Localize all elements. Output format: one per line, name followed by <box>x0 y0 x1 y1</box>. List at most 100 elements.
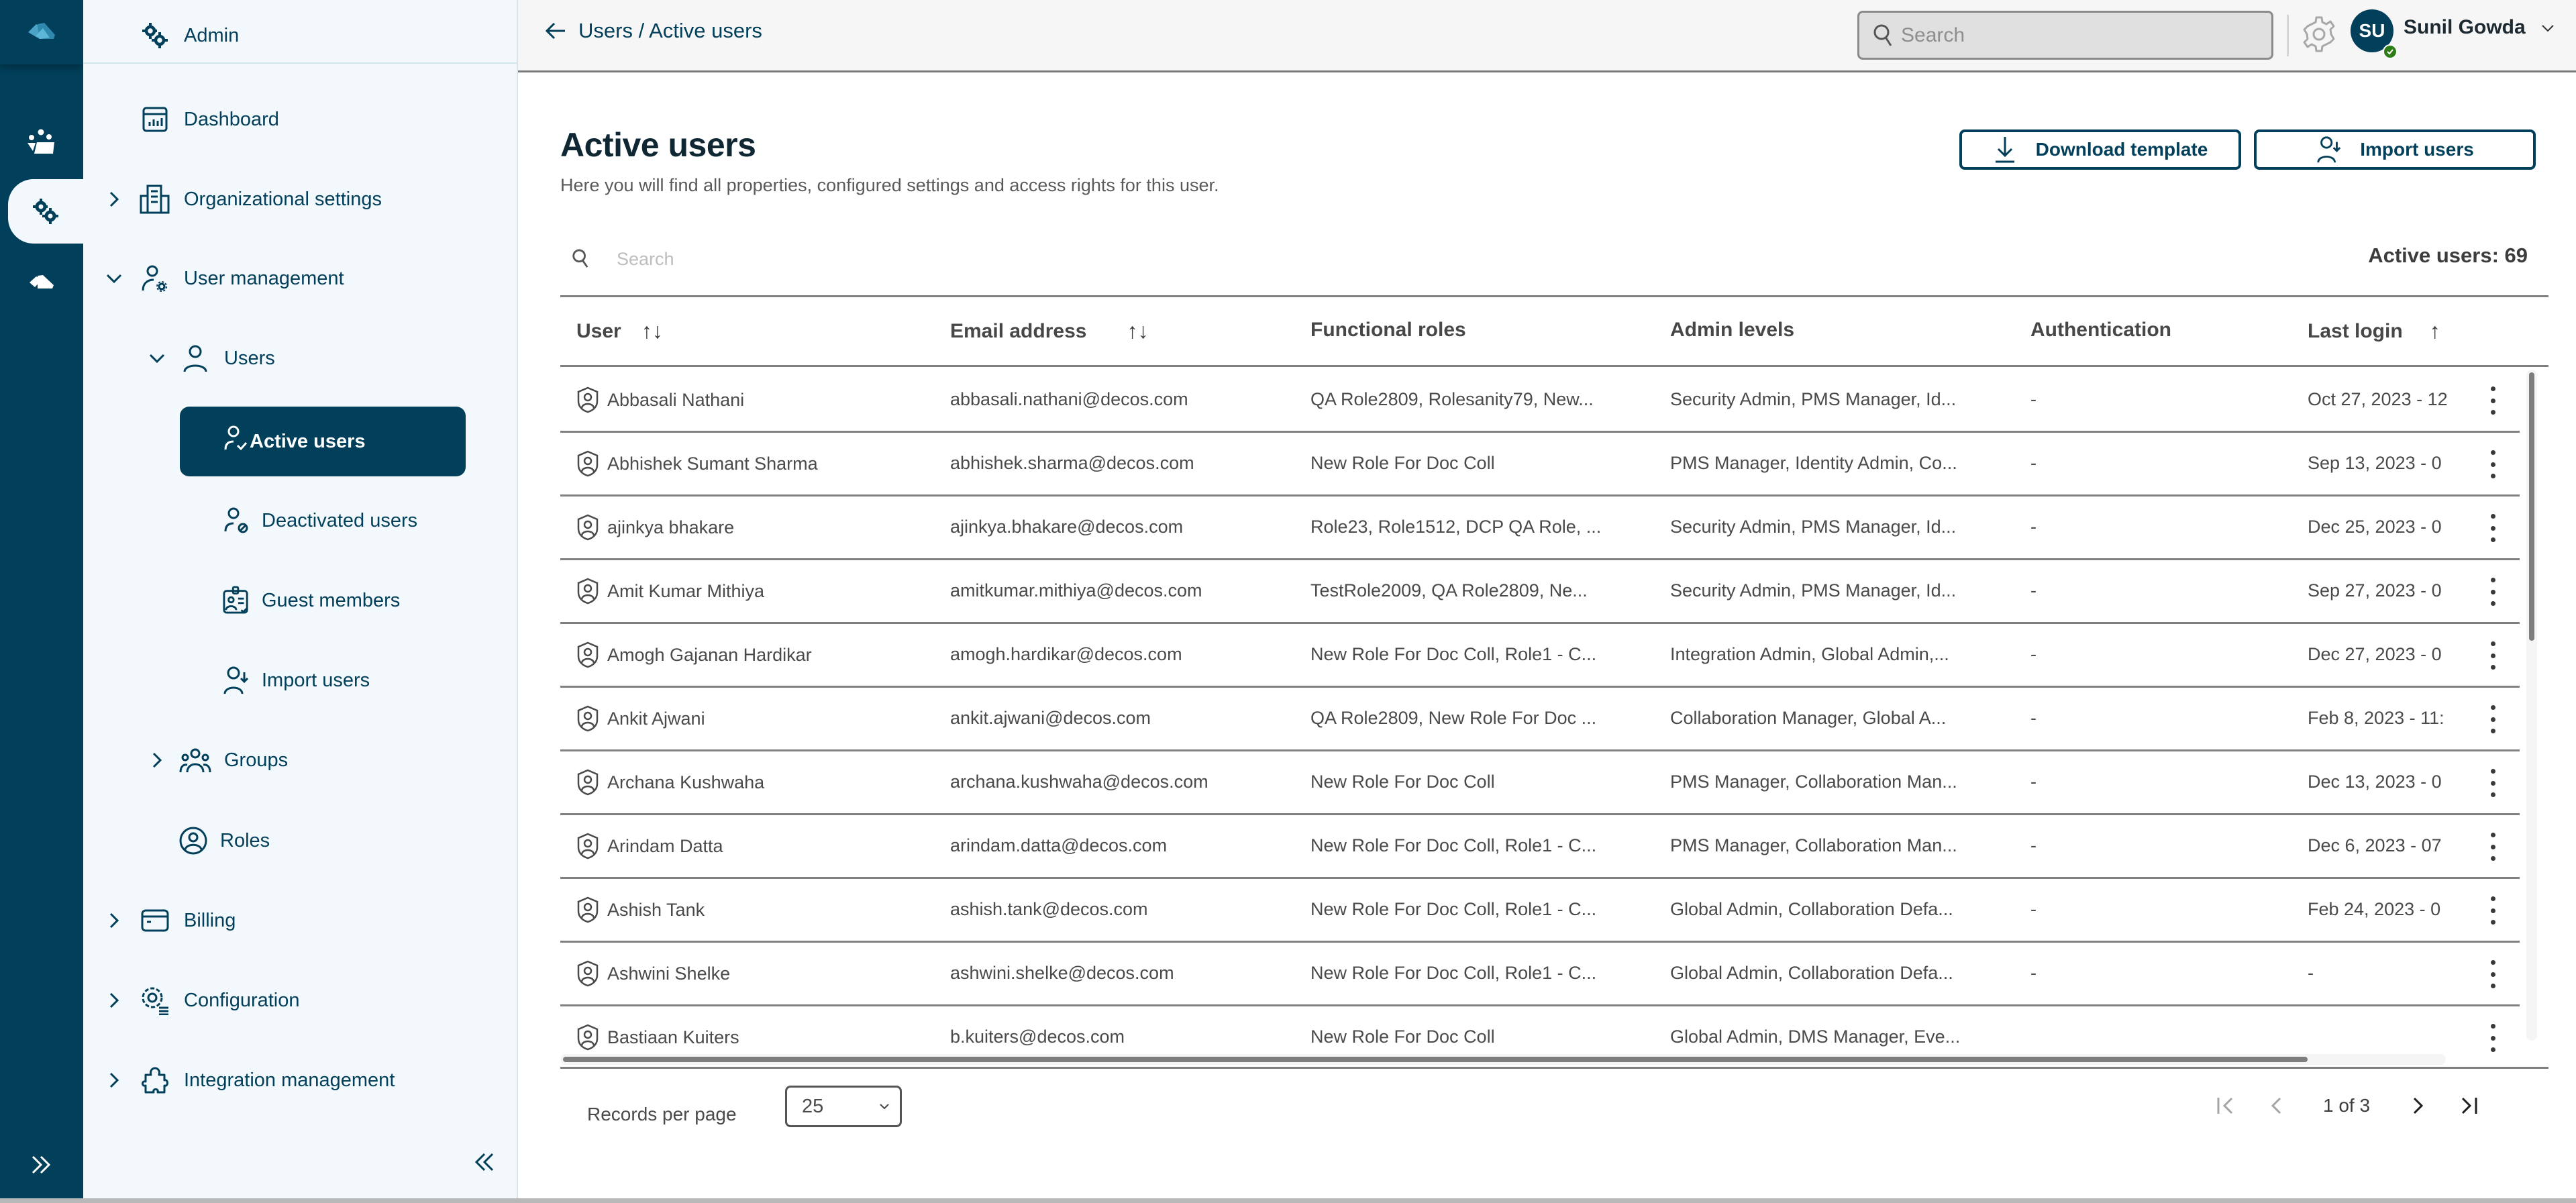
chevron-down-icon[interactable] <box>144 352 170 364</box>
download-template-button[interactable]: Download template <box>1959 129 2241 170</box>
row-actions-button[interactable] <box>2481 511 2505 545</box>
avatar[interactable]: SU <box>2351 9 2398 59</box>
next-page-button[interactable] <box>2401 1089 2434 1122</box>
sidebar-item-import-users[interactable]: Import users <box>223 650 370 711</box>
user-name[interactable]: Ashwini Shelke <box>607 963 730 984</box>
kebab-dot <box>2490 653 2495 658</box>
table-row[interactable]: Abbasali Nathani abbasali.nathani@decos.c… <box>560 369 2520 433</box>
row-actions-button[interactable] <box>2481 702 2505 736</box>
row-actions-button[interactable] <box>2481 1021 2505 1055</box>
sidebar-item-groups[interactable]: Groups <box>144 730 288 790</box>
rail-item-other[interactable] <box>0 250 83 314</box>
chevron-right-icon[interactable] <box>144 751 170 769</box>
user-name[interactable]: Ankit Ajwani <box>607 709 705 729</box>
user-shield-icon <box>576 641 599 668</box>
table-row[interactable]: Amogh Gajanan Hardikar amogh.hardikar@dec… <box>560 624 2520 688</box>
table-row[interactable]: Ankit Ajwani ankit.ajwani@decos.com QA Rol… <box>560 688 2520 751</box>
app-logo[interactable] <box>0 0 83 64</box>
cell-email: abbasali.nathani@decos.com <box>950 389 1188 409</box>
table-row[interactable]: Ashish Tank ashish.tank@decos.com New Role… <box>560 879 2520 943</box>
user-name[interactable]: Arindam Datta <box>607 836 723 857</box>
breadcrumb-text[interactable]: Users / Active users <box>578 19 762 43</box>
row-actions-button[interactable] <box>2481 639 2505 672</box>
cell-admin: Security Admin, PMS Manager, Id... <box>1670 517 1957 537</box>
table-row[interactable]: Arindam Datta arindam.datta@decos.com New … <box>560 815 2520 879</box>
column-label: Admin levels <box>1670 319 1795 341</box>
sidebar-item-user-management[interactable]: User management <box>101 248 344 309</box>
sidebar-item-guest-members[interactable]: Guest members <box>223 570 400 631</box>
sidebar-header-admin[interactable]: Admin <box>138 5 239 66</box>
user-menu[interactable]: Sunil Gowda <box>2404 16 2555 39</box>
table-row[interactable]: Ashwini Shelke ashwini.shelke@decos.com Ne… <box>560 943 2520 1006</box>
sort-asc-icon[interactable]: ↑ <box>2430 319 2440 344</box>
user-name[interactable]: Archana Kushwaha <box>607 772 764 793</box>
sidebar-item-deactivated-users[interactable]: Deactivated users <box>223 490 417 551</box>
global-search-input[interactable] <box>1901 23 2250 47</box>
sort-both-icon[interactable]: ↑↓ <box>1127 319 1148 344</box>
cell-user: Ashish Tank <box>576 896 925 923</box>
user-name[interactable]: Abhishek Sumant Sharma <box>607 454 818 474</box>
user-icon <box>178 342 212 375</box>
cell-auth: - <box>2030 389 2037 409</box>
global-search[interactable] <box>1857 11 2273 60</box>
user-name[interactable]: Bastiaan Kuiters <box>607 1027 739 1048</box>
row-actions-button[interactable] <box>2481 575 2505 609</box>
row-actions-button[interactable] <box>2481 384 2505 417</box>
chevron-right-icon[interactable] <box>101 191 127 208</box>
column-header-user[interactable]: User ↑↓ <box>576 319 663 344</box>
previous-page-button[interactable] <box>2260 1089 2294 1122</box>
table-row[interactable]: Archana Kushwaha archana.kushwaha@decos.c… <box>560 751 2520 815</box>
chevron-right-icon[interactable] <box>101 912 127 929</box>
first-page-button[interactable] <box>2209 1089 2243 1122</box>
collapse-sidebar-button[interactable] <box>472 1153 495 1175</box>
sidebar-item-configuration[interactable]: Configuration <box>101 970 300 1031</box>
row-actions-button[interactable] <box>2481 448 2505 481</box>
row-actions-button[interactable] <box>2481 766 2505 800</box>
back-arrow-icon[interactable] <box>545 21 566 40</box>
user-name[interactable]: Ashish Tank <box>607 900 705 921</box>
last-page-button[interactable] <box>2452 1089 2485 1122</box>
user-name[interactable]: Abbasali Nathani <box>607 390 744 411</box>
table-row[interactable]: Abhishek Sumant Sharma abhishek.sharma@de… <box>560 433 2520 496</box>
row-actions-button[interactable] <box>2481 957 2505 991</box>
table-header: User ↑↓ Email address ↑↓ Functional role… <box>560 297 2548 367</box>
chevron-right-icon[interactable] <box>101 1071 127 1089</box>
expand-rail-button[interactable] <box>0 1133 83 1197</box>
chevron-right-icon[interactable] <box>101 992 127 1009</box>
settings-button[interactable] <box>2302 15 2336 57</box>
user-name[interactable]: Amit Kumar Mithiya <box>607 581 764 602</box>
sidebar-item-label: Dashboard <box>184 108 279 130</box>
horizontal-scrollbar[interactable] <box>560 1054 2446 1065</box>
rail-item-apps[interactable] <box>0 109 83 174</box>
cell-last-login: Sep 13, 2023 - 0 <box>2308 453 2442 473</box>
table-row[interactable]: Amit Kumar Mithiya amitkumar.mithiya@deco… <box>560 560 2520 624</box>
sidebar-item-users[interactable]: Users <box>144 328 275 388</box>
scrollbar-thumb[interactable] <box>563 1057 2308 1062</box>
cell-admin: PMS Manager, Collaboration Man... <box>1670 772 1957 792</box>
records-per-page-value: 25 <box>802 1095 824 1117</box>
table-search[interactable] <box>560 239 1366 279</box>
sidebar-item-active-users[interactable]: Active users <box>180 407 466 476</box>
user-name[interactable]: Amogh Gajanan Hardikar <box>607 645 812 666</box>
kebab-dot <box>2490 1047 2495 1052</box>
sidebar-item-billing[interactable]: Billing <box>101 890 236 951</box>
user-name[interactable]: ajinkya bhakare <box>607 517 734 538</box>
import-users-button[interactable]: Import users <box>2254 129 2536 170</box>
column-header-last-login[interactable]: Last login ↑ <box>2308 319 2440 344</box>
cell-user: Bastiaan Kuiters <box>576 1024 925 1051</box>
sidebar-item-integration-management[interactable]: Integration management <box>101 1050 395 1110</box>
scrollbar-thumb[interactable] <box>2529 372 2534 641</box>
rail-item-admin[interactable] <box>8 179 83 244</box>
sidebar-item-dashboard[interactable]: Dashboard <box>138 89 279 150</box>
sidebar-item-organizational-settings[interactable]: Organizational settings <box>101 169 382 229</box>
chevron-down-icon[interactable] <box>101 272 127 284</box>
records-per-page-select[interactable]: 25 <box>785 1086 902 1127</box>
table-search-input[interactable] <box>617 248 1288 270</box>
column-header-email[interactable]: Email address ↑↓ <box>950 319 1148 344</box>
row-actions-button[interactable] <box>2481 830 2505 864</box>
sidebar-item-roles[interactable]: Roles <box>178 810 270 871</box>
table-row[interactable]: ajinkya bhakare ajinkya.bhakare@decos.com… <box>560 496 2520 560</box>
vertical-scrollbar[interactable] <box>2526 370 2537 1041</box>
sort-both-icon[interactable]: ↑↓ <box>641 319 663 344</box>
row-actions-button[interactable] <box>2481 894 2505 927</box>
